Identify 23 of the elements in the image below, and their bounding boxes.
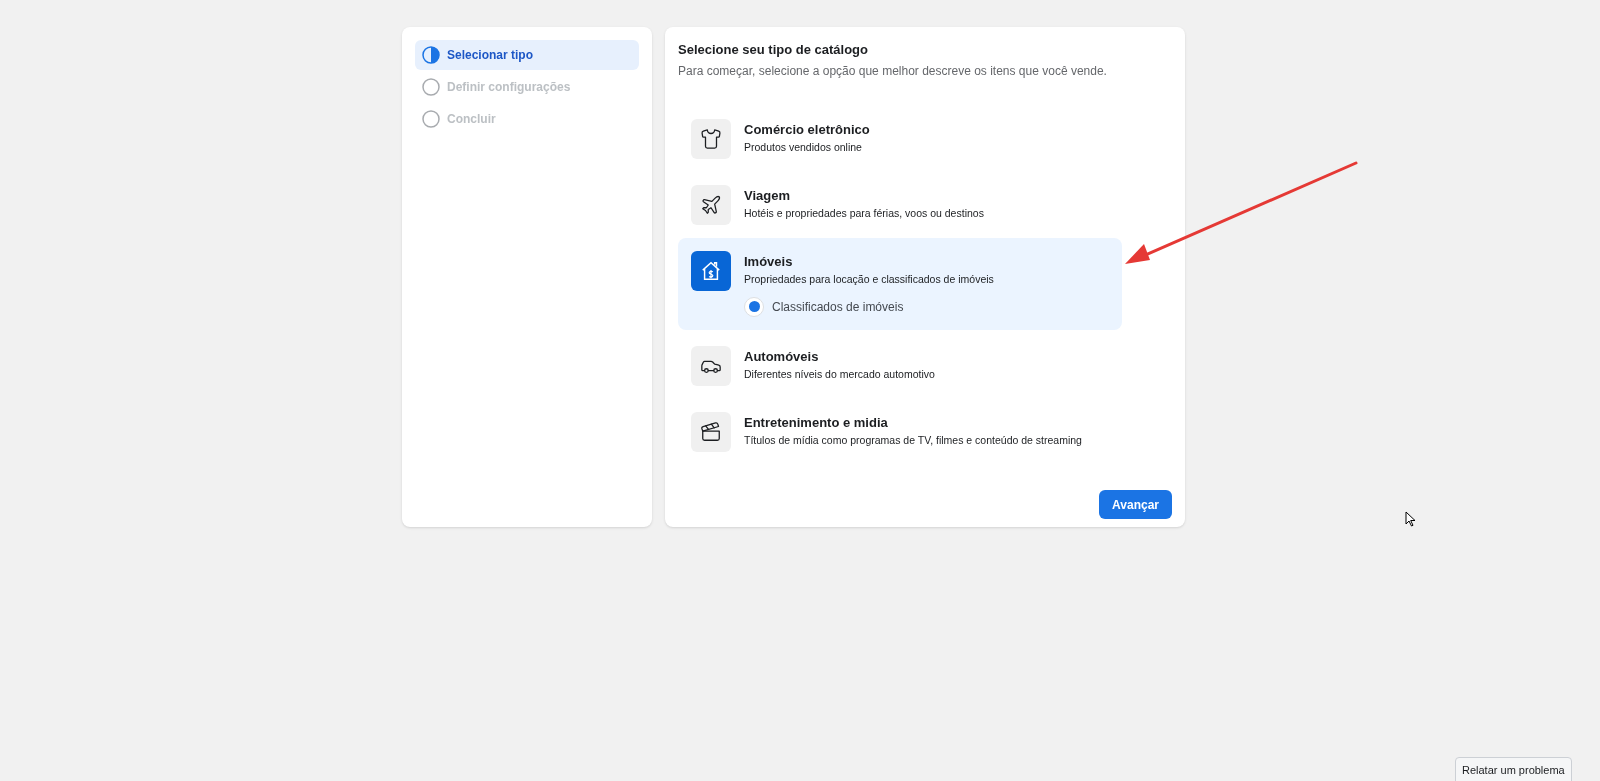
shirt-icon	[700, 127, 722, 150]
option-description: Propriedades para locação e classificados de imóveis	[744, 272, 994, 287]
radio-button[interactable]	[744, 296, 764, 317]
mouse-cursor-icon	[1405, 511, 1416, 527]
radio-label: Classificados de imóveis	[772, 298, 904, 316]
option-title: Entretenimento e midia	[744, 413, 889, 432]
step-item[interactable]: Selecionar tipo	[415, 40, 639, 70]
panel-title: Selecione seu tipo de catálogo	[678, 41, 869, 59]
option-description: Títulos de mídia como programas de TV, filmes e conteúdo de streaming	[744, 433, 1082, 449]
catalog-option[interactable]: Imóveis Propriedades para locação e classificados de imóveis Classificados de imóveis	[678, 237, 1122, 330]
panel-subtitle: Para começar, selecione a opção que melhor descreve os itens que você vende.	[678, 62, 1108, 80]
report-problem-button[interactable]: Relatar um problema	[1455, 757, 1572, 781]
option-title: Automóveis	[744, 347, 820, 366]
option-description: Produtos vendidos online	[744, 140, 863, 155]
option-title: Comércio eletrônico	[744, 120, 870, 139]
option-title: Imóveis	[744, 252, 794, 271]
option-title: Viagem	[744, 186, 791, 205]
next-button[interactable]: Avançar	[1099, 490, 1172, 519]
option-description: Diferentes níveis do mercado automotivo	[744, 367, 935, 383]
house-dollar-icon	[700, 259, 722, 282]
option-description: Hotéis e propriedades para férias, voos ou destinos	[744, 206, 984, 221]
clapperboard-icon	[700, 420, 722, 443]
plane-icon	[700, 193, 722, 216]
